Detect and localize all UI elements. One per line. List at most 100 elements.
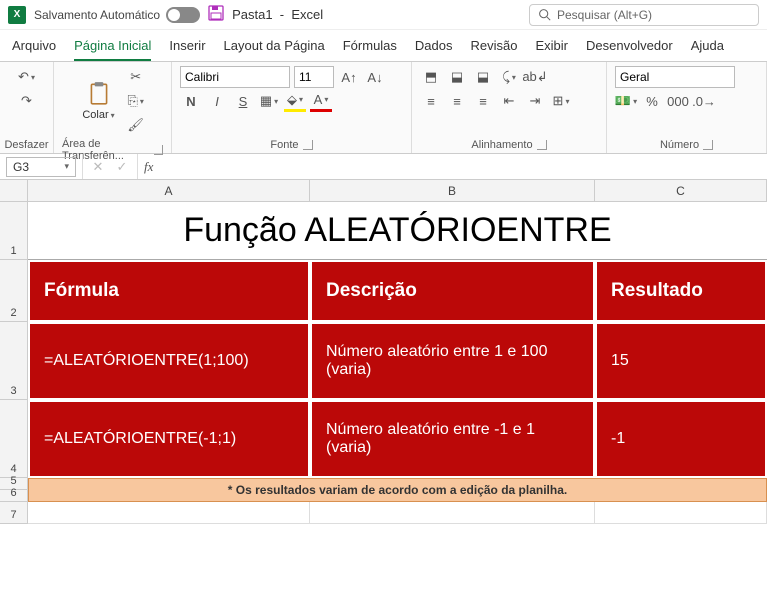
- tab-formulas[interactable]: Fórmulas: [343, 36, 397, 61]
- row-header-2[interactable]: 2: [0, 260, 28, 322]
- group-fonte: A↑ A↓ N I S ▦ ⬙ A Fonte: [172, 62, 412, 153]
- cell-title[interactable]: Função ALEATÓRIOENTRE: [28, 202, 767, 260]
- fill-color-button[interactable]: ⬙: [284, 90, 306, 112]
- comma-button[interactable]: 000: [667, 90, 689, 112]
- search-input[interactable]: Pesquisar (Alt+G): [529, 4, 759, 26]
- note-row[interactable]: * Os resultados variam de acordo com a e…: [28, 478, 767, 502]
- align-middle-button[interactable]: ⬓: [446, 66, 468, 88]
- align-top-button[interactable]: ⬒: [420, 66, 442, 88]
- name-box[interactable]: G3▾: [6, 157, 76, 177]
- paste-button[interactable]: Colar: [78, 77, 118, 125]
- tab-inserir[interactable]: Inserir: [169, 36, 205, 61]
- header-formula[interactable]: Fórmula: [28, 260, 310, 322]
- cell-result-1[interactable]: 15: [595, 322, 767, 400]
- search-icon: [538, 8, 551, 21]
- col-header-c[interactable]: C: [595, 180, 767, 202]
- cell-formula-1[interactable]: =ALEATÓRIOENTRE(1;100): [28, 322, 310, 400]
- header-resultado[interactable]: Resultado: [595, 260, 767, 322]
- wrap-text-button[interactable]: ab↲: [524, 66, 546, 88]
- align-right-button[interactable]: ≡: [472, 90, 494, 112]
- tab-ajuda[interactable]: Ajuda: [691, 36, 724, 61]
- column-headers: A B C: [0, 180, 767, 202]
- increase-font-button[interactable]: A↑: [338, 66, 360, 88]
- excel-logo-icon: X: [8, 6, 26, 24]
- increase-decimal-button[interactable]: .0→: [693, 90, 715, 112]
- fx-icon[interactable]: fx: [138, 159, 159, 175]
- empty-cell[interactable]: [310, 502, 595, 524]
- italic-button[interactable]: I: [206, 90, 228, 112]
- decrease-indent-button[interactable]: ⇤: [498, 90, 520, 112]
- table-row: =ALEATÓRIOENTRE(-1;1) Número aleatório e…: [28, 400, 767, 478]
- align-center-button[interactable]: ≡: [446, 90, 468, 112]
- align-bottom-button[interactable]: ⬓: [472, 66, 494, 88]
- currency-button[interactable]: 💵: [615, 90, 637, 112]
- document-title: Pasta1 - Excel: [232, 7, 323, 22]
- number-format-select[interactable]: [615, 66, 735, 88]
- tab-arquivo[interactable]: Arquivo: [12, 36, 56, 61]
- tab-exibir[interactable]: Exibir: [535, 36, 568, 61]
- select-all-corner[interactable]: [0, 180, 28, 202]
- font-size-select[interactable]: [294, 66, 334, 88]
- merge-button[interactable]: ⊞: [550, 90, 572, 112]
- group-clipboard: Colar ✂ ⎘ 🖌 Área de Transferên...: [54, 62, 172, 153]
- percent-button[interactable]: %: [641, 90, 663, 112]
- cell-result-2[interactable]: -1: [595, 400, 767, 478]
- redo-button[interactable]: ↷: [16, 90, 38, 112]
- cell-desc-2[interactable]: Número aleatório entre -1 e 1 (varia): [310, 400, 595, 478]
- font-name-select[interactable]: [180, 66, 290, 88]
- align-left-button[interactable]: ≡: [420, 90, 442, 112]
- font-color-button[interactable]: A: [310, 90, 332, 112]
- empty-cell[interactable]: [28, 502, 310, 524]
- cancel-formula-button[interactable]: ✕: [87, 156, 109, 178]
- tab-dados[interactable]: Dados: [415, 36, 453, 61]
- table-row: =ALEATÓRIOENTRE(1;100) Número aleatório …: [28, 322, 767, 400]
- cell-formula-2[interactable]: =ALEATÓRIOENTRE(-1;1): [28, 400, 310, 478]
- row-header-6[interactable]: 6: [0, 490, 28, 502]
- decrease-font-button[interactable]: A↓: [364, 66, 386, 88]
- group-numero: 💵 % 000 .0→ Número: [607, 62, 767, 153]
- autosave-control[interactable]: Salvamento Automático: [34, 7, 200, 23]
- bold-button[interactable]: N: [180, 90, 202, 112]
- numero-launcher-icon[interactable]: [703, 140, 713, 150]
- cells-area[interactable]: Função ALEATÓRIOENTRE Fórmula Descrição …: [28, 202, 767, 524]
- tab-pagina-inicial[interactable]: Página Inicial: [74, 36, 151, 61]
- autosave-label: Salvamento Automático: [34, 8, 160, 22]
- empty-cell[interactable]: [595, 502, 767, 524]
- underline-button[interactable]: S: [232, 90, 254, 112]
- group-label-fonte: Fonte: [270, 137, 312, 151]
- copy-button[interactable]: ⎘: [125, 90, 147, 112]
- undo-button[interactable]: ↶: [16, 66, 38, 88]
- col-header-b[interactable]: B: [310, 180, 595, 202]
- borders-button[interactable]: ▦: [258, 90, 280, 112]
- clipboard-launcher-icon[interactable]: [154, 145, 163, 155]
- enter-formula-button[interactable]: ✓: [111, 156, 133, 178]
- row-header-4[interactable]: 4: [0, 400, 28, 478]
- autosave-toggle[interactable]: [166, 7, 200, 23]
- ribbon: ↶ ↷ Desfazer Colar ✂ ⎘ 🖌 Área de Transfe…: [0, 62, 767, 154]
- format-painter-button[interactable]: 🖌: [125, 114, 147, 136]
- col-header-a[interactable]: A: [28, 180, 310, 202]
- group-desfazer: ↶ ↷ Desfazer: [0, 62, 54, 153]
- table-header-row: Fórmula Descrição Resultado: [28, 260, 767, 322]
- group-label-numero: Número: [660, 137, 713, 151]
- formula-bar-buttons: ✕ ✓: [82, 154, 138, 179]
- row-header-1[interactable]: 1: [0, 202, 28, 260]
- row-header-7[interactable]: 7: [0, 502, 28, 524]
- row-header-3[interactable]: 3: [0, 322, 28, 400]
- tab-desenvolvedor[interactable]: Desenvolvedor: [586, 36, 673, 61]
- group-label-alinhamento: Alinhamento: [471, 137, 546, 151]
- cell-desc-1[interactable]: Número aleatório entre 1 e 100 (varia): [310, 322, 595, 400]
- alinhamento-launcher-icon[interactable]: [537, 140, 547, 150]
- fonte-launcher-icon[interactable]: [303, 140, 313, 150]
- formula-bar: G3▾ ✕ ✓ fx: [0, 154, 767, 180]
- tab-revisao[interactable]: Revisão: [471, 36, 518, 61]
- header-descricao[interactable]: Descrição: [310, 260, 595, 322]
- increase-indent-button[interactable]: ⇥: [524, 90, 546, 112]
- group-alinhamento: ⬒ ⬓ ⬓ ⤹ ab↲ ≡ ≡ ≡ ⇤ ⇥ ⊞ Alinhamento: [412, 62, 607, 153]
- tab-layout[interactable]: Layout da Página: [224, 36, 325, 61]
- ribbon-tabs: Arquivo Página Inicial Inserir Layout da…: [0, 30, 767, 62]
- formula-input[interactable]: [159, 160, 767, 174]
- orientation-button[interactable]: ⤹: [498, 66, 520, 88]
- save-icon[interactable]: [208, 5, 224, 24]
- cut-button[interactable]: ✂: [125, 66, 147, 88]
